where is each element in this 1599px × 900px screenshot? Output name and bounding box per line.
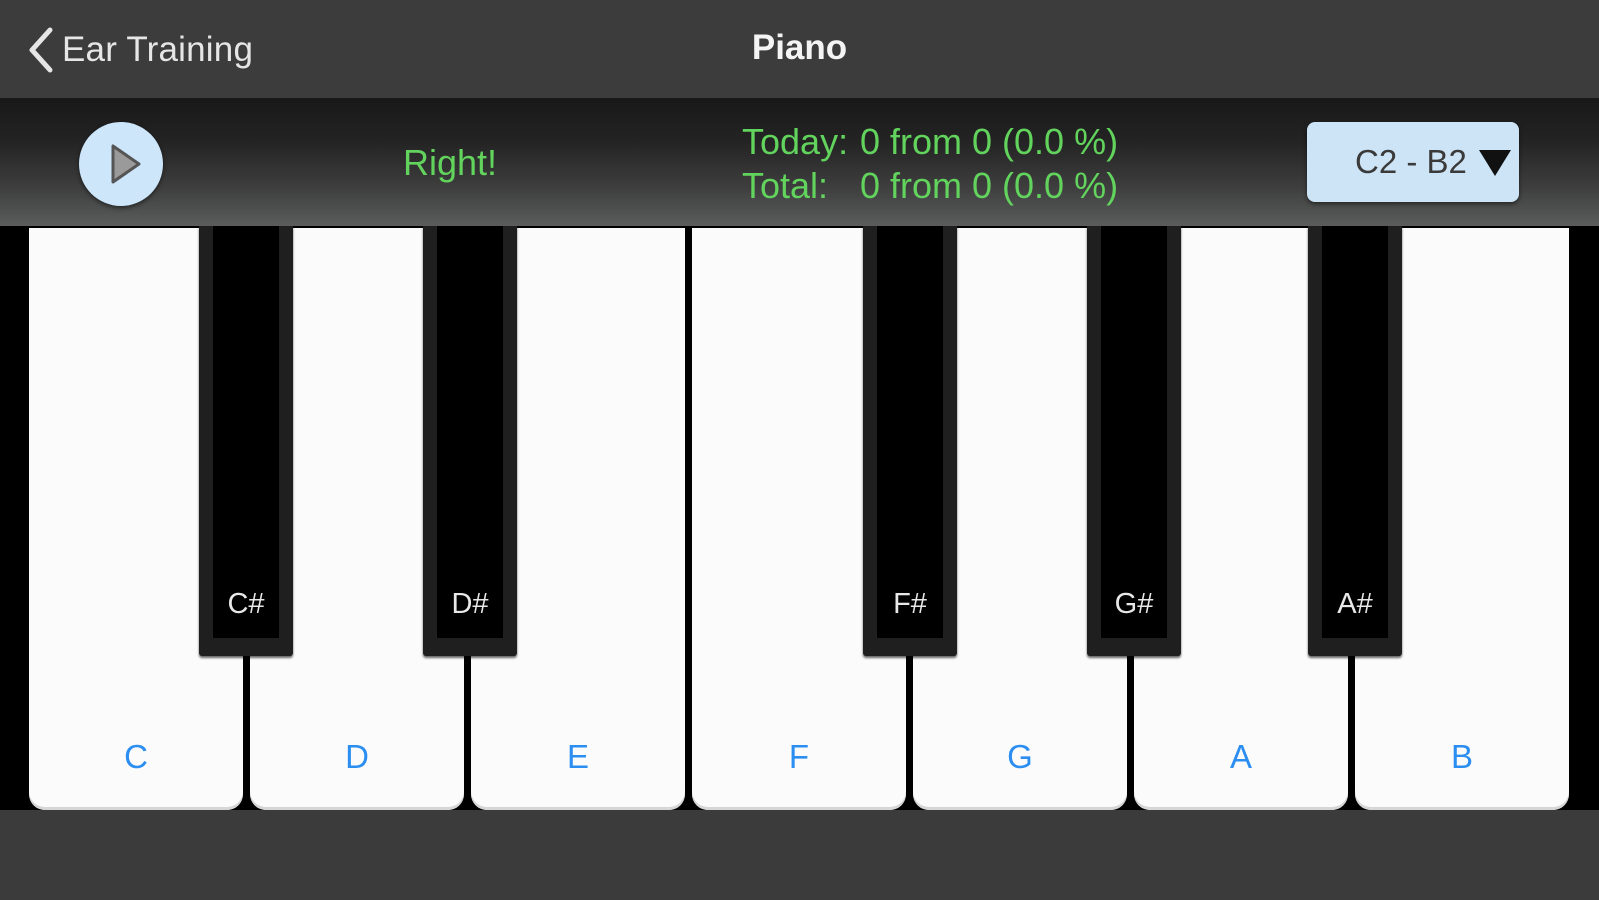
total-value: 0 from 0 (0.0 %) (860, 165, 1119, 206)
key-label: D (345, 738, 369, 775)
key-label: C# (227, 588, 265, 620)
key-face (877, 226, 943, 638)
black-key-f-sharp[interactable]: F# (863, 226, 957, 656)
key-label: F# (893, 588, 927, 620)
navigation-bar: Ear Training Piano (0, 0, 1599, 99)
total-stat: Total: 0 from 0 (0.0 %) (742, 164, 1118, 208)
play-button[interactable] (79, 122, 163, 206)
bottom-bar (0, 810, 1599, 900)
octave-range-select[interactable]: C2 - B2 (1307, 122, 1519, 202)
key-label: A# (1337, 588, 1373, 620)
today-stat: Today: 0 from 0 (0.0 %) (742, 120, 1118, 164)
play-icon (111, 144, 141, 184)
key-label: D# (451, 588, 489, 620)
black-key-g-sharp[interactable]: G# (1087, 226, 1181, 656)
total-label: Total: (742, 165, 829, 206)
key-label: G (1007, 738, 1033, 775)
today-label: Today: (742, 121, 849, 162)
key-label: G# (1114, 588, 1154, 620)
key-face (1322, 226, 1388, 638)
key-face (1101, 226, 1167, 638)
key-label: B (1450, 738, 1473, 775)
score-stats: Today: 0 from 0 (0.0 %) Total: 0 from 0 … (742, 120, 1118, 208)
piano-keyboard: C D E F G A B C# D# F# G# A# (0, 226, 1599, 810)
result-text: Right! (403, 142, 498, 183)
black-key-d-sharp[interactable]: D# (423, 226, 517, 656)
black-key-c-sharp[interactable]: C# (199, 226, 293, 656)
black-key-a-sharp[interactable]: A# (1308, 226, 1402, 656)
key-label: E (566, 738, 589, 775)
dropdown-arrow-icon (1479, 150, 1511, 176)
key-face (213, 226, 279, 638)
control-panel: Right! Today: 0 from 0 (0.0 %) Total: 0 … (0, 98, 1599, 226)
key-label: F (788, 738, 810, 775)
key-label: A (1229, 738, 1252, 775)
range-value: C2 - B2 (1355, 143, 1467, 180)
key-face (437, 226, 503, 638)
key-label: C (124, 738, 148, 775)
page-title: Piano (751, 28, 848, 67)
today-value: 0 from 0 (0.0 %) (860, 121, 1119, 162)
piano-screen: Ear Training Piano Right! Today: 0 from … (0, 0, 1599, 900)
